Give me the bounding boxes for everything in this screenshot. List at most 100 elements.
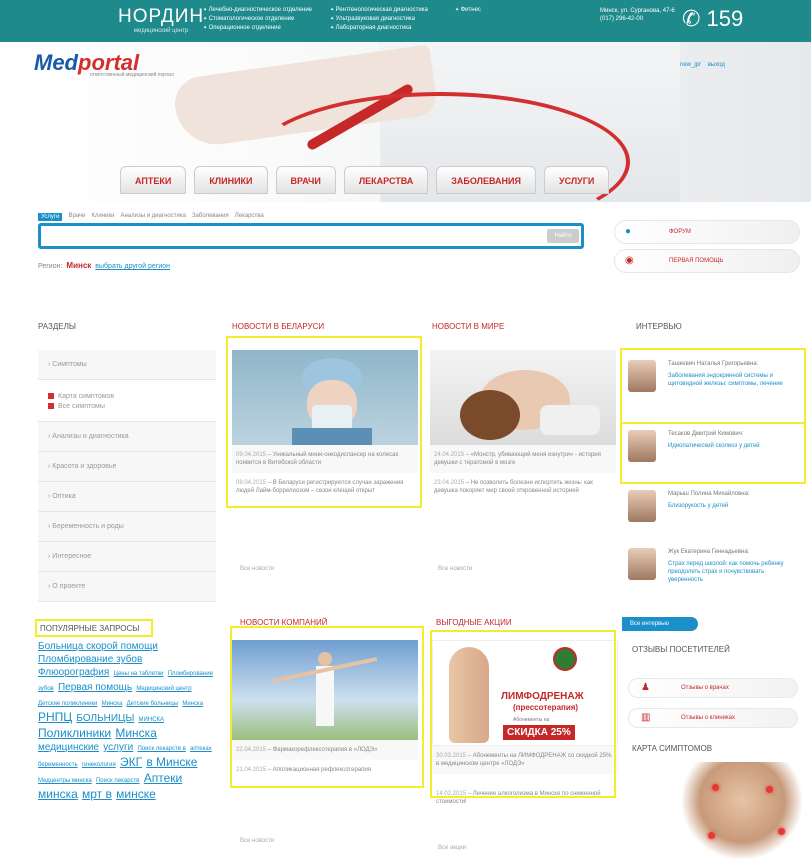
search-button[interactable]: Найти <box>547 229 579 243</box>
popular-tag-link[interactable]: Цены на таблетки <box>114 671 164 677</box>
banner-dept: Стоматологическое отделение <box>203 15 312 24</box>
popular-tag-link[interactable]: Поиск лекарств <box>96 778 140 784</box>
interview-topic-link[interactable]: Близорукость у детей <box>668 502 798 510</box>
interview-item[interactable]: Жук Екатерина Геннадьевна: Страх перед ш… <box>628 548 798 584</box>
popular-tag-link[interactable]: гинекология <box>82 762 116 768</box>
all-symptoms-link[interactable]: Все симптомы <box>48 402 216 412</box>
symptom-hotspot[interactable] <box>778 828 785 835</box>
search-tab-clinics[interactable]: Клиники <box>91 213 114 221</box>
popular-tag-link[interactable]: минске <box>116 787 156 801</box>
popular-tag-link[interactable]: Медцентры минска <box>38 778 92 784</box>
symptom-hotspot[interactable] <box>766 786 773 793</box>
search-tab-analyses[interactable]: Анализы и диагностика <box>120 213 185 221</box>
search-input[interactable]: Найти <box>38 223 584 249</box>
symptom-map-link[interactable]: Карта симптомов <box>48 392 216 402</box>
banner-short-phone-number: 159 <box>706 6 744 31</box>
banner-address-text: Минск, ул. Сурганова, 47-6 <box>600 8 675 14</box>
popular-tag-link[interactable]: Минска <box>182 701 203 707</box>
search-tab-diseases[interactable]: Заболевания <box>192 213 229 221</box>
section-symptoms-sub: Карта симптомов Все симптомы <box>38 380 216 422</box>
interview-topic-link[interactable]: Страх перед школой: как помочь ребенку п… <box>668 560 798 584</box>
nav-tab-pharmacies[interactable]: АПТЕКИ <box>120 166 187 194</box>
forum-button[interactable]: ● ФОРУМ <box>614 220 800 244</box>
popular-tag-link[interactable]: Детские поликлиники <box>38 701 97 707</box>
popular-tag-link[interactable]: Медицинский центр <box>136 686 191 692</box>
highlight-box <box>35 619 153 637</box>
news-world-header[interactable]: НОВОСТИ В МИРЕ <box>432 322 504 331</box>
highlight-box <box>230 626 424 788</box>
popular-tag-link[interactable]: Больница скорой помощи <box>38 641 158 652</box>
section-about[interactable]: О проекте <box>38 572 216 602</box>
popular-tag-link[interactable]: в Минске <box>146 755 197 769</box>
popular-tag-link[interactable]: МИНСКА <box>139 717 164 723</box>
popular-tag-link[interactable]: РНПЦ <box>38 710 72 724</box>
popular-tag-link[interactable]: Флюорография <box>38 667 109 678</box>
first-aid-icon: ◉ <box>625 255 634 266</box>
symptom-map-body[interactable] <box>682 762 802 859</box>
nordin-banner[interactable]: НОРДИН медицинский центр Лечебно-диагнос… <box>0 0 811 42</box>
user-links: new_jpr выход <box>680 62 725 68</box>
phone-icon: ✆ <box>682 6 707 31</box>
news-date: 24.04.2015 <box>434 452 465 458</box>
popular-tag-link[interactable]: БОЛЬНИЦЫ <box>76 713 134 724</box>
banner-departments-2: Рентгенологическая диагностика Ультразву… <box>330 6 428 33</box>
region-value: Минск <box>66 261 92 270</box>
news-belarus-header[interactable]: НОВОСТИ В БЕЛАРУСИ <box>232 322 324 331</box>
doctor-reviews-button[interactable]: ♟ Отзывы о врачах <box>628 678 798 698</box>
search-tab-medicines[interactable]: Лекарства <box>235 213 264 221</box>
section-optics[interactable]: Оптика <box>38 482 216 512</box>
popular-tag-link[interactable]: аптеках <box>190 746 212 752</box>
section-beauty[interactable]: Красота и здоровье <box>38 452 216 482</box>
banner-center-sub: медицинский центр <box>133 28 189 34</box>
woman-pillow <box>540 405 600 435</box>
popular-tag-link[interactable]: беременность <box>38 762 78 768</box>
banner-departments-1: Лечебно-диагностическое отделение Стомат… <box>203 6 312 33</box>
all-news-link[interactable]: Все новости <box>438 566 472 572</box>
logout-link[interactable]: выход <box>708 62 725 68</box>
symptom-hotspot[interactable] <box>712 784 719 791</box>
promo-header[interactable]: ВЫГОДНЫЕ АКЦИИ <box>436 618 512 627</box>
news-date: 23.04.2015 <box>434 480 465 486</box>
interview-name: Марыш Полина Михайловна: <box>668 491 750 497</box>
nav-tab-doctors[interactable]: ВРАЧИ <box>275 166 336 194</box>
symptom-hotspot[interactable] <box>708 832 715 839</box>
news-image[interactable] <box>430 350 616 445</box>
region-change-link[interactable]: выбрать другой регион <box>95 263 170 270</box>
popular-tag-link[interactable]: Детские больницы <box>127 701 179 707</box>
site-logo[interactable]: Medportal ответственный медицинский порт… <box>34 50 174 78</box>
logo-tagline: ответственный медицинский портал <box>90 72 174 78</box>
news-item[interactable]: 23.04.2015 – Не позволить болезни испорт… <box>430 473 616 501</box>
nav-tab-services[interactable]: УСЛУГИ <box>543 166 610 194</box>
popular-tag-link[interactable]: Минска <box>102 701 123 707</box>
first-aid-button[interactable]: ◉ ПЕРВАЯ ПОМОЩЬ <box>614 249 800 273</box>
popular-tag-link[interactable]: медицинские <box>38 742 99 753</box>
clinic-reviews-button[interactable]: ▥ Отзывы о клиниках <box>628 708 798 728</box>
popular-tag-link[interactable]: Пломбирование зубов <box>38 654 142 665</box>
search-tab-doctors[interactable]: Врачи <box>68 213 85 221</box>
popular-tag-link[interactable]: Первая помощь <box>58 682 132 693</box>
section-analyses[interactable]: Анализы и диагностика <box>38 422 216 452</box>
popular-tag-link[interactable]: мрт в <box>82 787 112 801</box>
nav-tab-diseases[interactable]: ЗАБОЛЕВАНИЯ <box>436 166 536 194</box>
all-promos-link[interactable]: Все акции <box>438 845 466 851</box>
all-news-link[interactable]: Все новости <box>240 566 274 572</box>
section-pregnancy[interactable]: Беременность и роды <box>38 512 216 542</box>
nav-tab-medicines[interactable]: ЛЕКАРСТВА <box>343 166 429 194</box>
popular-tag-link[interactable]: Минска <box>115 726 157 740</box>
user-login-link[interactable]: new_jpr <box>680 62 701 68</box>
news-caption[interactable]: 24.04.2015 – «Монстр, убивающий меня изн… <box>430 445 616 473</box>
all-interviews-button[interactable]: Все интервью <box>622 617 698 631</box>
search-tab-services[interactable]: Услуги <box>38 213 63 221</box>
popular-tag-link[interactable]: услуги <box>103 742 133 753</box>
interview-name: Жук Екатерина Геннадьевна: <box>668 549 750 555</box>
popular-tag-link[interactable]: ЭКГ <box>120 755 142 769</box>
section-symptoms[interactable]: Симптомы <box>38 350 216 380</box>
popular-tag-link[interactable]: Поиск лекарств в <box>137 746 185 752</box>
section-interesting[interactable]: Интересное <box>38 542 216 572</box>
nav-tab-clinics[interactable]: КЛИНИКИ <box>194 166 268 194</box>
interview-item[interactable]: Марыш Полина Михайловна: Близорукость у … <box>628 490 798 522</box>
all-news-link[interactable]: Все новости <box>240 838 274 844</box>
news-world-card[interactable]: 24.04.2015 – «Монстр, убивающий меня изн… <box>430 350 616 501</box>
doctor-icon: ♟ <box>641 682 650 693</box>
popular-tag-link[interactable]: Поликлиники <box>38 726 111 740</box>
